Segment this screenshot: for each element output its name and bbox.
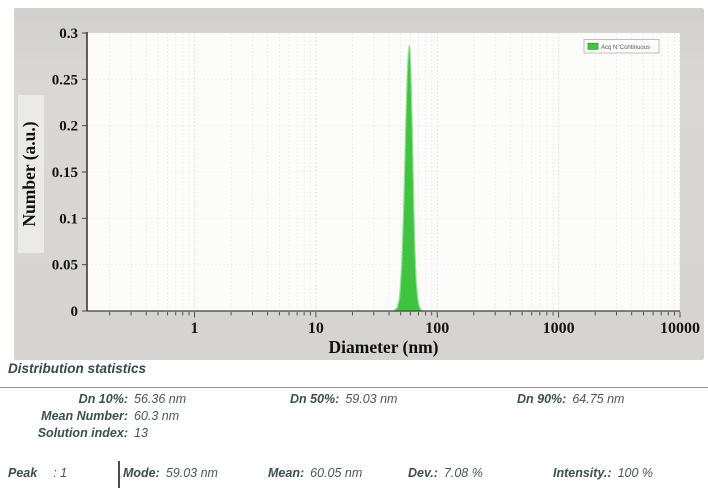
stat-mean-number: Mean Number: 60.3 nm <box>0 409 179 424</box>
stat-dn50: Dn 50%: 59.03 nm <box>290 392 397 407</box>
svg-text:100: 100 <box>425 320 449 337</box>
svg-text:0.2: 0.2 <box>59 119 78 135</box>
x-axis-title: Diameter (nm) <box>329 337 439 357</box>
stat-label-dn90: Dn 90%: <box>517 392 567 406</box>
svg-text:0.25: 0.25 <box>52 72 78 88</box>
stat-dn10: Dn 10%: 56.36 nm <box>0 392 186 407</box>
size-distribution-chart: 0 0.05 0.1 0.15 0.2 0.25 0.3 1 10 100 1000 10000 Dia… <box>18 26 700 357</box>
stat-label-mean-number: Mean Number: <box>41 409 128 423</box>
x-ticks <box>109 312 681 318</box>
vertical-separator <box>118 461 120 488</box>
svg-text:1000: 1000 <box>543 320 575 337</box>
peak-item: Peak : 1 <box>8 466 67 480</box>
dev-value: 7.08 % <box>443 466 483 480</box>
stat-value-mean-number: 60.3 nm <box>134 409 180 423</box>
legend-label: Acq N°Continuous <box>601 45 650 51</box>
dev-item: Dev.: 7.08 % <box>408 466 483 480</box>
peak-value: : 1 <box>53 466 68 480</box>
svg-text:1: 1 <box>191 320 199 337</box>
svg-text:0.3: 0.3 <box>59 26 78 42</box>
y-axis-title: Number (a.u.) <box>19 121 39 226</box>
stat-dn90: Dn 90%: 64.75 nm <box>517 392 624 407</box>
stat-value-dn90: 64.75 nm <box>572 392 625 406</box>
intensity-item: Intensity.: 100 % <box>553 466 653 480</box>
mode-value: 59.03 nm <box>165 466 218 480</box>
intensity-value: 100 % <box>617 466 654 480</box>
stat-label-dn50: Dn 50%: <box>290 392 340 406</box>
mode-label: Mode: <box>123 466 160 480</box>
peak-label: Peak <box>8 466 38 480</box>
legend-swatch <box>587 42 599 50</box>
stat-solution-index: Solution index: 13 <box>0 426 148 441</box>
svg-text:10000: 10000 <box>660 320 700 337</box>
svg-text:0.05: 0.05 <box>52 258 78 274</box>
y-tick-labels: 0 0.05 0.1 0.15 0.2 0.25 0.3 <box>52 26 78 320</box>
mean-label: Mean: <box>268 466 305 480</box>
stats-section-title: Distribution statistics <box>8 361 147 376</box>
chart-widget: 0 0.05 0.1 0.15 0.2 0.25 0.3 1 10 100 1000 10000 Dia… <box>14 8 704 360</box>
svg-text:0: 0 <box>71 304 79 320</box>
stat-label-solution-index: Solution index: <box>37 426 128 440</box>
svg-text:10: 10 <box>308 320 324 337</box>
peak-summary-row: Peak : 1 Mode: 59.03 nm Mean: 60.05 nm D… <box>0 461 708 490</box>
svg-text:0.1: 0.1 <box>59 211 78 227</box>
x-tick-labels: 1 10 100 1000 10000 <box>191 320 700 337</box>
mode-item: Mode: 59.03 nm <box>123 466 218 480</box>
stat-value-dn10: 56.36 nm <box>134 392 187 406</box>
legend: Acq N°Continuous <box>583 39 660 54</box>
stat-label-dn10: Dn 10%: <box>78 392 128 406</box>
intensity-label: Intensity.: <box>553 466 612 480</box>
dev-label: Dev.: <box>408 466 438 480</box>
mean-item: Mean: 60.05 nm <box>268 466 362 480</box>
stat-value-dn50: 59.03 nm <box>345 392 398 406</box>
stat-value-solution-index: 13 <box>134 426 148 440</box>
svg-text:0.15: 0.15 <box>52 165 78 181</box>
divider-line <box>0 387 708 388</box>
mean-value: 60.05 nm <box>310 466 363 480</box>
